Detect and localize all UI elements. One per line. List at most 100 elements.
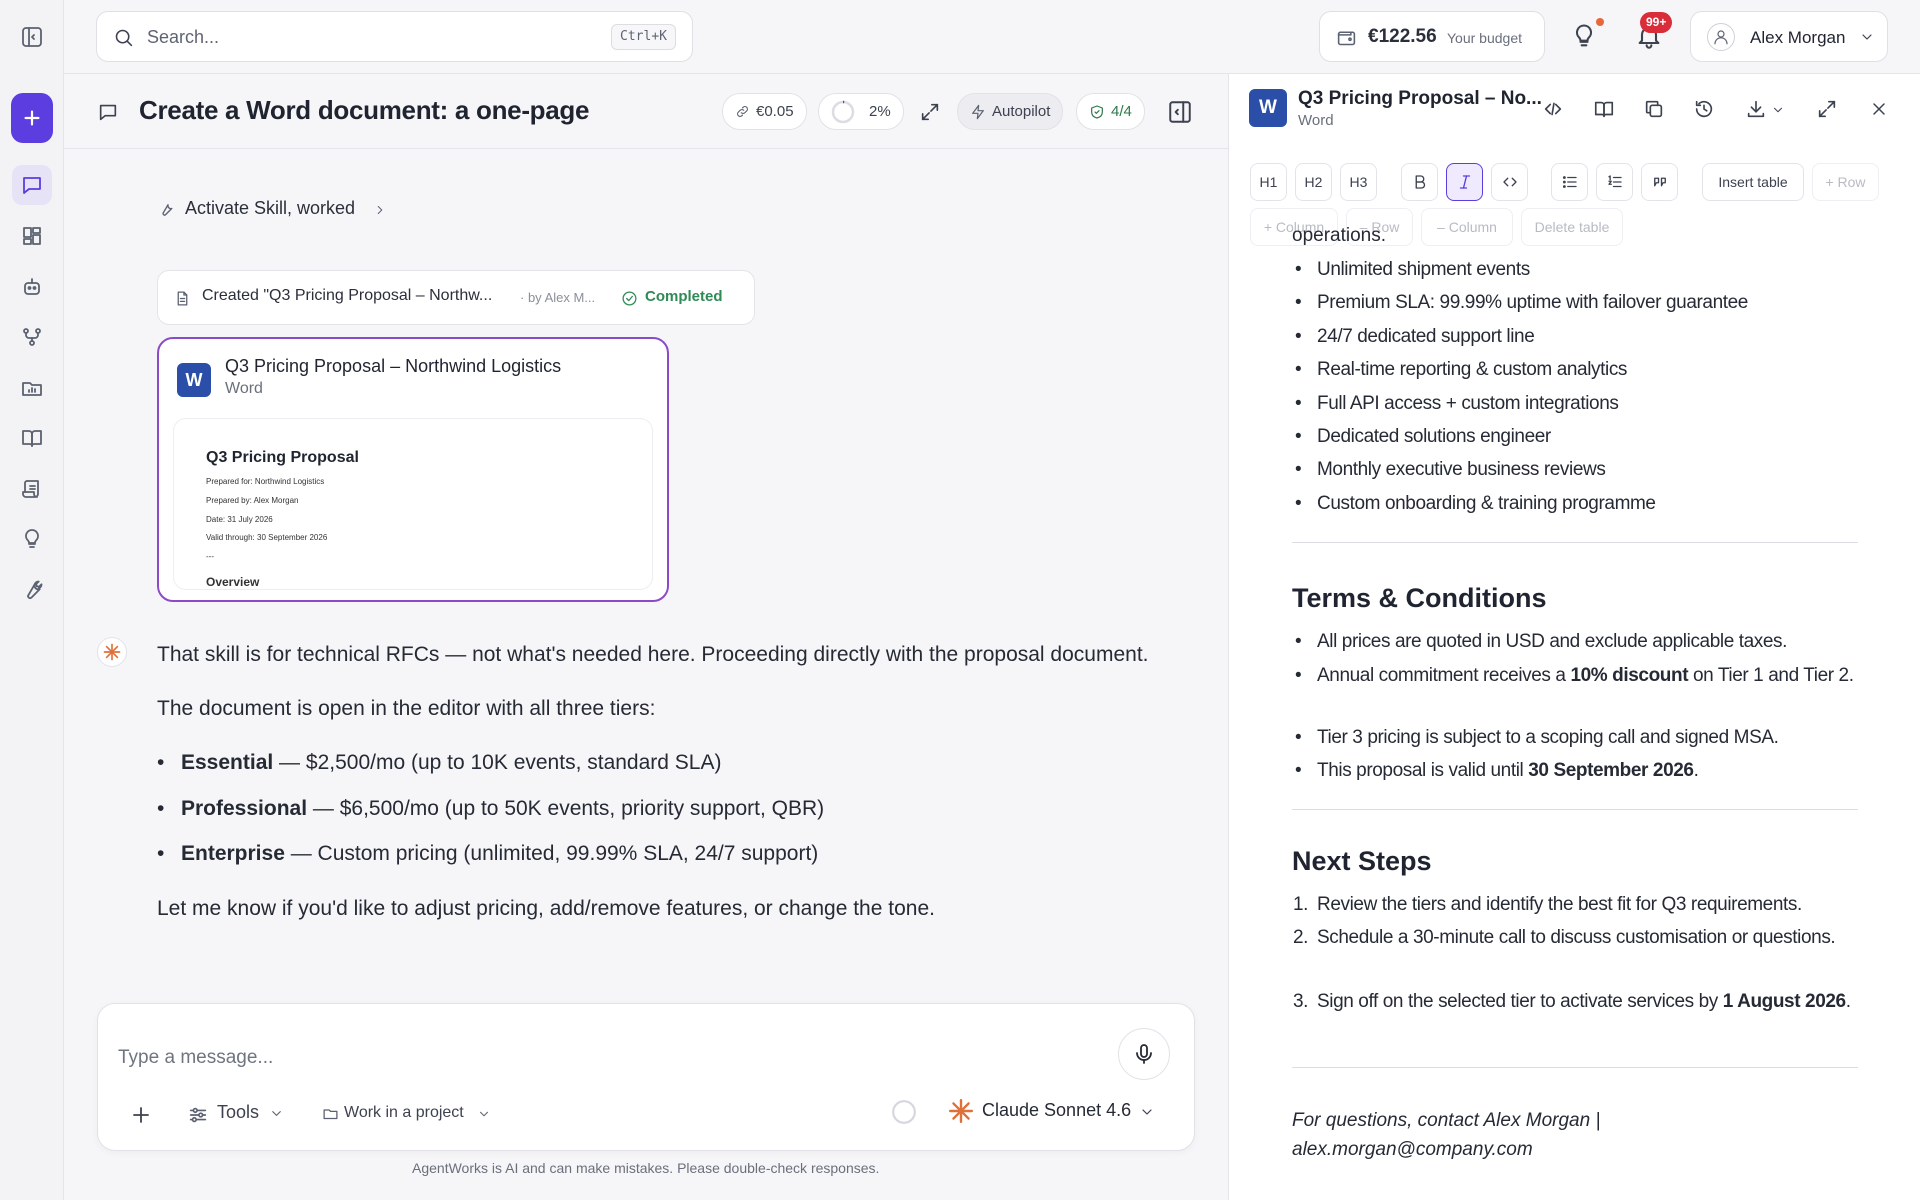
fullscreen-icon[interactable] bbox=[1816, 98, 1838, 120]
scroll-nav-icon[interactable] bbox=[12, 469, 52, 509]
assistant-message-outro: Let me know if you'd like to adjust pric… bbox=[157, 897, 935, 920]
avatar bbox=[1707, 23, 1735, 51]
terms-list-item: This proposal is valid until 30 Septembe… bbox=[1295, 756, 1867, 785]
chat-title: Create a Word document: a one-page bbox=[139, 95, 590, 125]
copy-icon[interactable] bbox=[1643, 98, 1665, 120]
user-menu[interactable]: Alex Morgan bbox=[1690, 11, 1888, 62]
skill-activity-row[interactable]: Activate Skill, worked bbox=[157, 198, 383, 219]
delete-column-button[interactable]: – Column bbox=[1421, 208, 1513, 246]
next-step-text: Schedule a 30-minute call to discuss cus… bbox=[1317, 927, 1836, 948]
budget-label: Your budget bbox=[1447, 30, 1522, 46]
bold-button[interactable] bbox=[1401, 163, 1438, 201]
code-view-icon[interactable] bbox=[1542, 98, 1564, 120]
feature-list-item: Custom onboarding & training programme bbox=[1295, 489, 1867, 518]
model-name: Claude Sonnet 4.6 bbox=[982, 1100, 1132, 1120]
next-step-bold: 1 August 2026 bbox=[1722, 991, 1846, 1012]
document-editor-panel: W Q3 Pricing Proposal – No... Word H1 H2… bbox=[1228, 74, 1920, 1200]
divider bbox=[1292, 1067, 1858, 1068]
toggle-sidebar-icon[interactable] bbox=[12, 17, 52, 57]
chevron-down-icon bbox=[1859, 29, 1875, 45]
search-shortcut-hint: Ctrl+K bbox=[611, 24, 676, 50]
tier-list-item: Professional — $6,500/mo (up to 50K even… bbox=[157, 797, 824, 821]
preview-line: Date: 31 July 2026 bbox=[206, 515, 273, 524]
preview-title: Q3 Pricing Proposal bbox=[206, 449, 359, 466]
search-input[interactable]: Search... bbox=[147, 27, 219, 48]
tier-list-item: Enterprise — Custom pricing (unlimited, … bbox=[157, 842, 818, 866]
tools-nav-icon[interactable] bbox=[12, 570, 52, 610]
document-thumbnail: Q3 Pricing Proposal Prepared for: Northw… bbox=[174, 419, 652, 589]
document-preview-card[interactable]: W Q3 Pricing Proposal – Northwind Logist… bbox=[157, 337, 669, 602]
chat-nav-icon[interactable] bbox=[12, 165, 52, 205]
left-rail bbox=[0, 0, 64, 1200]
projects-nav-icon[interactable] bbox=[12, 368, 52, 408]
cost-pill[interactable]: €0.05 bbox=[722, 93, 807, 130]
steps-pill[interactable]: 4/4 bbox=[1076, 93, 1145, 130]
italic-button[interactable] bbox=[1446, 163, 1483, 201]
heading-1-button[interactable]: H1 bbox=[1250, 163, 1287, 201]
terms-bold: 30 September 2026 bbox=[1528, 760, 1694, 781]
microphone-button[interactable] bbox=[1118, 1028, 1170, 1080]
next-steps-heading: Next Steps bbox=[1292, 846, 1432, 876]
message-input[interactable]: Type a message... bbox=[118, 1047, 273, 1069]
expand-icon[interactable] bbox=[919, 101, 941, 123]
chevron-down-icon[interactable] bbox=[1771, 103, 1785, 117]
next-steps-item: 1. Review the tiers and identify the best… bbox=[1293, 894, 1802, 915]
dashboard-nav-icon[interactable] bbox=[12, 216, 52, 256]
search-box[interactable]: Search... Ctrl+K bbox=[96, 11, 693, 62]
download-icon[interactable] bbox=[1745, 98, 1767, 120]
bullet-list-icon bbox=[1562, 176, 1577, 188]
editor-document-title: Q3 Pricing Proposal – No... bbox=[1298, 88, 1542, 109]
tier-name: Professional bbox=[181, 797, 308, 820]
created-document-card[interactable]: Created "Q3 Pricing Proposal – Northw...… bbox=[157, 270, 755, 325]
search-icon bbox=[113, 27, 134, 48]
history-icon[interactable] bbox=[1693, 98, 1715, 120]
delete-table-button[interactable]: Delete table bbox=[1521, 208, 1623, 246]
preview-line: Prepared for: Northwind Logistics bbox=[206, 477, 325, 486]
wallet-icon bbox=[1336, 27, 1357, 48]
blockquote-button[interactable] bbox=[1641, 163, 1678, 201]
preview-line: Valid through: 30 September 2026 bbox=[206, 533, 328, 542]
library-nav-icon[interactable] bbox=[12, 418, 52, 458]
created-by: · by Alex M... bbox=[520, 290, 596, 305]
autopilot-toggle[interactable]: Autopilot bbox=[957, 93, 1064, 130]
reader-view-icon[interactable] bbox=[1593, 98, 1615, 120]
code-icon bbox=[1502, 177, 1517, 187]
next-step-text: Review the tiers and identify the best f… bbox=[1317, 894, 1802, 915]
autopilot-label: Autopilot bbox=[992, 103, 1051, 120]
sliders-icon bbox=[189, 1107, 207, 1123]
context-usage-pill[interactable]: 2% bbox=[818, 93, 904, 130]
terms-text: Annual commitment receives a bbox=[1317, 665, 1571, 686]
heading-3-button[interactable]: H3 bbox=[1340, 163, 1377, 201]
attach-plus-icon[interactable] bbox=[129, 1103, 153, 1127]
chevron-down-icon bbox=[479, 1111, 489, 1117]
budget-amount: €122.56 bbox=[1368, 26, 1437, 47]
new-chat-button[interactable] bbox=[11, 93, 53, 143]
budget-widget[interactable]: €122.56 Your budget bbox=[1319, 11, 1545, 62]
ideas-nav-icon[interactable] bbox=[12, 519, 52, 559]
chevron-right-icon bbox=[377, 205, 383, 215]
heading-2-button[interactable]: H2 bbox=[1295, 163, 1332, 201]
toggle-panel-icon[interactable] bbox=[1167, 99, 1193, 125]
terms-bold: 10% discount bbox=[1570, 665, 1689, 686]
check-circle-icon bbox=[622, 291, 637, 306]
next-step-text: . bbox=[1845, 991, 1851, 1012]
next-steps-item: 2. Schedule a 30-minute call to discuss c… bbox=[1293, 927, 1836, 948]
terms-list-item: All prices are quoted in USD and exclude… bbox=[1295, 627, 1867, 656]
notification-count-badge: 99+ bbox=[1640, 12, 1673, 33]
folder-icon bbox=[323, 1109, 338, 1120]
workflows-nav-icon[interactable] bbox=[12, 317, 52, 357]
bullet-list-button[interactable] bbox=[1551, 163, 1588, 201]
chevron-down-icon bbox=[272, 1111, 281, 1116]
lightbulb-icon[interactable] bbox=[1570, 22, 1598, 50]
terms-text: This proposal is valid until bbox=[1317, 760, 1529, 781]
wrench-icon bbox=[162, 204, 173, 216]
add-row-button[interactable]: + Row bbox=[1812, 163, 1879, 201]
numbered-list-button[interactable] bbox=[1596, 163, 1633, 201]
insert-table-button[interactable]: Insert table bbox=[1702, 163, 1804, 201]
agents-nav-icon[interactable] bbox=[12, 267, 52, 307]
quote-icon bbox=[1653, 177, 1666, 187]
sparkle-icon bbox=[948, 1098, 974, 1124]
code-button[interactable] bbox=[1491, 163, 1528, 201]
close-icon[interactable] bbox=[1869, 99, 1889, 119]
tier-name: Enterprise bbox=[181, 842, 285, 865]
